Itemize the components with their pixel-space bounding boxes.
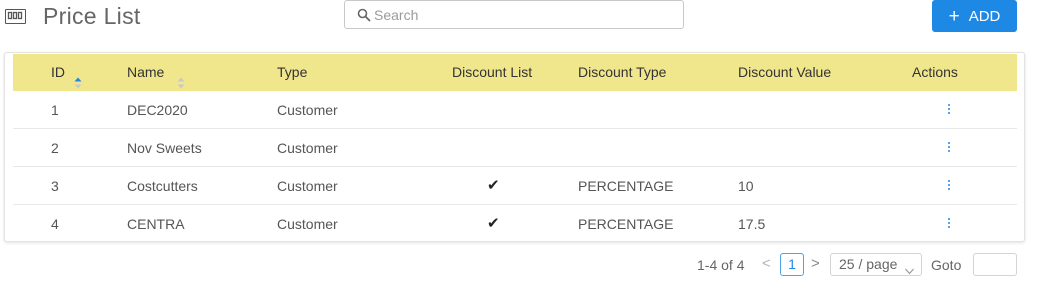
goto-page-input[interactable]: [973, 253, 1017, 276]
page-size-select[interactable]: 25 / page: [830, 253, 922, 276]
cell-name: DEC2020: [127, 102, 188, 118]
cell-id: 4: [51, 216, 59, 232]
goto-label: Goto: [931, 257, 962, 273]
price-list-table: ID Name Type Discount List Discount Type…: [13, 54, 1017, 243]
table-row[interactable]: 3 Costcutters Customer ✔ PERCENTAGE 10: [13, 167, 1017, 205]
cell-type: Customer: [277, 102, 338, 118]
column-header-id[interactable]: ID: [51, 54, 82, 91]
column-header-discount-type: Discount Type: [578, 64, 667, 80]
pagination: 1-4 of 4 < 1 > 25 / page Goto: [0, 253, 1041, 279]
column-label: Name: [127, 64, 165, 80]
more-actions-icon[interactable]: [947, 142, 951, 154]
column-label: ID: [51, 64, 65, 80]
cell-type: Customer: [277, 216, 338, 232]
checkmark-icon: ✔: [487, 215, 500, 232]
price-list-card: ID Name Type Discount List Discount Type…: [4, 52, 1025, 242]
page-size-value: 25 / page: [839, 256, 898, 272]
add-button[interactable]: + ADD: [932, 0, 1017, 32]
search-input[interactable]: [374, 5, 674, 25]
sort-ascending-icon[interactable]: [74, 66, 82, 89]
table-row[interactable]: 4 CENTRA Customer ✔ PERCENTAGE 17.5: [13, 205, 1017, 243]
table-row[interactable]: 2 Nov Sweets Customer: [13, 129, 1017, 167]
search-box[interactable]: [344, 0, 684, 29]
more-actions-icon[interactable]: [947, 180, 951, 192]
more-actions-icon[interactable]: [947, 218, 951, 230]
cell-id: 3: [51, 178, 59, 194]
sort-icon[interactable]: [177, 66, 185, 89]
column-header-actions: Actions: [912, 64, 958, 80]
previous-page-button[interactable]: <: [762, 255, 771, 272]
cell-name: Costcutters: [127, 178, 198, 194]
cell-type: Customer: [277, 178, 338, 194]
chevron-down-icon: [905, 260, 914, 275]
cell-type: Customer: [277, 140, 338, 156]
cell-name: Nov Sweets: [127, 140, 202, 156]
cell-name: CENTRA: [127, 216, 185, 232]
cell-discount-value: 10: [738, 178, 754, 194]
search-icon: [357, 8, 371, 22]
cell-id: 2: [51, 140, 59, 156]
cell-discount-value: 17.5: [738, 216, 766, 232]
page-title: Price List: [43, 3, 141, 29]
table-header: ID Name Type Discount List Discount Type…: [13, 54, 1017, 91]
cell-discount-type: PERCENTAGE: [578, 216, 674, 232]
cell-discount-type: PERCENTAGE: [578, 178, 674, 194]
page-1-button[interactable]: 1: [780, 253, 804, 276]
column-header-name[interactable]: Name: [127, 54, 185, 91]
next-page-button[interactable]: >: [811, 255, 820, 272]
more-actions-icon[interactable]: [947, 104, 951, 116]
table-row[interactable]: 1 DEC2020 Customer: [13, 91, 1017, 129]
plus-icon: +: [948, 5, 960, 27]
cell-id: 1: [51, 102, 59, 118]
column-header-discount-list: Discount List: [452, 64, 533, 80]
pagination-range: 1-4 of 4: [697, 257, 745, 273]
add-button-label: ADD: [968, 7, 1001, 25]
page-header: Price List + ADD: [0, 0, 1041, 40]
list-view-icon: [5, 9, 26, 24]
column-header-type: Type: [277, 64, 308, 80]
checkmark-icon: ✔: [487, 177, 500, 194]
column-header-discount-value: Discount Value: [738, 64, 832, 80]
